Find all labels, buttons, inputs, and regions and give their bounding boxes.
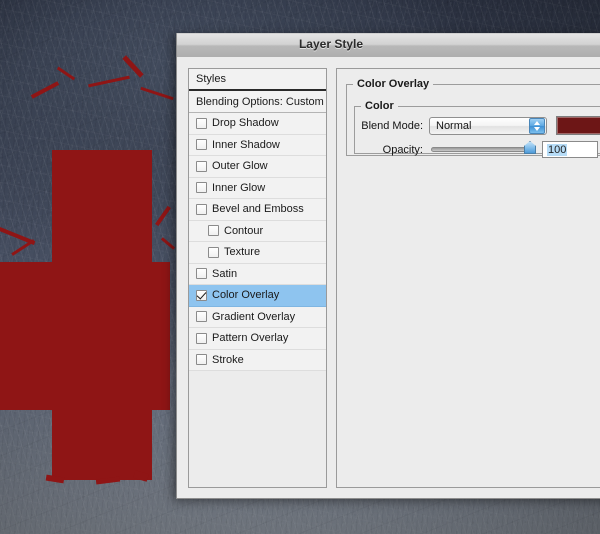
checkbox-icon[interactable] <box>208 225 219 237</box>
checkbox-icon[interactable] <box>208 246 219 258</box>
checkbox-icon[interactable] <box>196 117 207 129</box>
checkbox-icon[interactable] <box>196 160 207 172</box>
style-row-label: Texture <box>224 246 261 259</box>
style-row-label: Inner Shadow <box>212 138 280 151</box>
overlay-color-swatch[interactable] <box>556 116 600 135</box>
checkbox-icon[interactable] <box>196 139 207 151</box>
color-group: Color Blend Mode: Normal Opacity: 100 <box>354 100 600 158</box>
color-overlay-group: Color Overlay Color Blend Mode: Normal O… <box>346 78 600 158</box>
style-row-stroke[interactable]: Stroke <box>189 349 326 371</box>
styles-list-panel[interactable]: Styles Blending Options: Custom Drop Sha… <box>188 68 327 488</box>
style-row-label: Pattern Overlay <box>212 332 289 345</box>
opacity-label: Opacity: <box>382 143 423 156</box>
style-row-label: Bevel and Emboss <box>212 203 304 216</box>
styles-list-empty-area <box>189 371 326 487</box>
color-overlay-group-title: Color Overlay <box>357 78 430 90</box>
style-row-label: Stroke <box>212 353 244 366</box>
blending-options-row[interactable]: Blending Options: Custom <box>189 91 326 113</box>
style-row-label: Drop Shadow <box>212 117 279 130</box>
style-row-label: Outer Glow <box>212 160 268 173</box>
color-group-title: Color <box>365 100 394 112</box>
style-row-label: Contour <box>224 224 264 237</box>
styles-list-header[interactable]: Styles <box>189 69 326 91</box>
opacity-slider-thumb[interactable] <box>524 141 536 154</box>
style-row-label: Inner Glow <box>212 181 266 194</box>
opacity-input[interactable]: 100 <box>542 141 598 158</box>
dialog-title: Layer Style <box>298 37 364 51</box>
paint-splatter <box>11 239 35 256</box>
style-row-inner-shadow[interactable]: Inner Shadow <box>189 134 326 156</box>
checkbox-icon[interactable] <box>196 182 207 194</box>
style-row-color-overlay[interactable]: Color Overlay <box>189 285 326 307</box>
blend-mode-select[interactable]: Normal <box>429 116 547 135</box>
opacity-slider[interactable] <box>431 141 536 154</box>
opacity-value: 100 <box>547 143 568 156</box>
checkbox-icon[interactable] <box>196 311 207 323</box>
checkbox-icon[interactable] <box>196 332 207 344</box>
opacity-row: Opacity: 100 % <box>355 139 600 160</box>
blend-mode-value: Normal <box>436 119 472 132</box>
slider-thumb-shape <box>524 141 536 154</box>
style-row-satin[interactable]: Satin <box>189 263 326 285</box>
style-row-label: Color Overlay <box>212 289 280 302</box>
paint-splatter <box>155 205 171 227</box>
style-row-bevel-and-emboss[interactable]: Bevel and Emboss <box>189 199 326 221</box>
up-down-stepper-icon[interactable] <box>529 117 545 134</box>
style-row-texture[interactable]: Texture <box>189 242 326 264</box>
blending-options-label: Blending Options: Custom <box>196 95 324 108</box>
dialog-titlebar[interactable]: Layer Style <box>177 33 600 58</box>
checkbox-icon[interactable] <box>196 268 207 280</box>
layer-style-dialog[interactable]: Layer Style Styles Blending Options: Cus… <box>176 33 600 499</box>
styles-list-header-label: Styles <box>196 73 226 85</box>
style-row-outer-glow[interactable]: Outer Glow <box>189 156 326 178</box>
blend-mode-label: Blend Mode: <box>361 119 423 132</box>
style-row-label: Satin <box>212 267 238 280</box>
styles-effect-rows: Drop Shadow Inner Shadow Outer Glow Inner G… <box>189 113 326 371</box>
style-row-gradient-overlay[interactable]: Gradient Overlay <box>189 306 326 328</box>
style-row-label: Gradient Overlay <box>212 310 296 323</box>
cross-horizontal-bar <box>0 262 170 410</box>
style-row-pattern-overlay[interactable]: Pattern Overlay <box>189 328 326 350</box>
checkbox-icon[interactable] <box>196 354 207 366</box>
checkbox-icon[interactable] <box>196 203 207 215</box>
options-pane: Color Overlay Color Blend Mode: Normal O… <box>336 68 600 488</box>
style-row-contour[interactable]: Contour <box>189 220 326 242</box>
dialog-body: Styles Blending Options: Custom Drop Sha… <box>177 57 600 498</box>
style-row-inner-glow[interactable]: Inner Glow <box>189 177 326 199</box>
blend-mode-row: Blend Mode: Normal <box>355 115 600 136</box>
paint-splatter <box>160 237 176 250</box>
checkbox-icon[interactable] <box>196 289 207 301</box>
style-row-drop-shadow[interactable]: Drop Shadow <box>189 113 326 135</box>
